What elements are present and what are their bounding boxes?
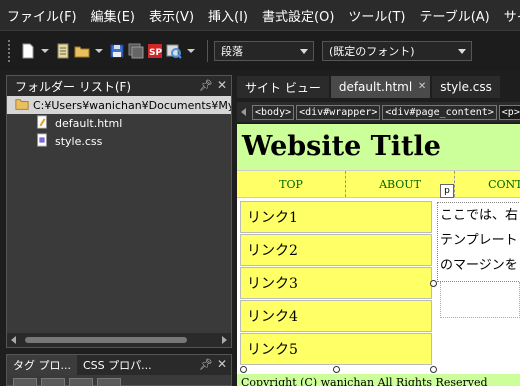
properties-button[interactable]	[13, 378, 37, 386]
nav-top[interactable]: TOP	[237, 171, 345, 197]
svg-text:SP: SP	[149, 48, 162, 58]
pin-icon[interactable]: 📌︎	[199, 358, 213, 371]
toolbar-separator	[207, 39, 208, 62]
tab-site-view[interactable]: サイト ビュー	[237, 76, 329, 98]
file-item[interactable]: default.html	[7, 114, 231, 132]
resize-handle[interactable]	[430, 366, 437, 373]
properties-button[interactable]	[69, 378, 93, 386]
resize-handle[interactable]	[333, 366, 340, 373]
resize-handle[interactable]	[240, 366, 247, 373]
toolbar: SP 段落 (既定のフォント)	[0, 30, 520, 70]
content-region	[440, 282, 520, 318]
save-all-icon[interactable]	[128, 43, 144, 59]
properties-tabs: タグ プロ... CSS プロパ... 📌︎ ✕	[7, 355, 231, 375]
close-icon[interactable]: ✕	[217, 357, 227, 371]
folder-root[interactable]: C:¥Users¥wanichan¥Documents¥My W	[7, 96, 231, 114]
chevron-down-icon	[458, 48, 466, 54]
chevron-left-icon[interactable]	[241, 108, 246, 116]
folder-icon	[15, 97, 29, 113]
site-title[interactable]: Website Title	[242, 131, 441, 162]
sidebar-link[interactable]: リンク5	[240, 333, 432, 365]
css-file-icon	[35, 133, 51, 149]
menu-site[interactable]: サイト	[497, 6, 520, 25]
open-dropdown-icon[interactable]	[95, 48, 103, 53]
nav-contact[interactable]: CONTA	[455, 171, 520, 197]
menu-tools[interactable]: ツール(T)	[341, 6, 412, 25]
content-line[interactable]: テンプレート	[438, 228, 520, 253]
style-select[interactable]: 段落	[214, 40, 314, 61]
crumb-body[interactable]: <body>	[252, 104, 295, 120]
html-file-icon	[35, 115, 51, 131]
sidebar-link[interactable]: リンク3	[240, 267, 432, 299]
chevron-down-icon	[300, 48, 308, 54]
tab-label: style.css	[440, 80, 492, 94]
tab-label: サイト ビュー	[245, 80, 321, 95]
new-page-icon[interactable]	[20, 43, 36, 59]
preview-icon[interactable]	[166, 43, 182, 59]
nav-about[interactable]: ABOUT	[346, 171, 454, 197]
horizontal-scrollbar[interactable]	[7, 333, 231, 347]
menu-bar: ファイル(F) 編集(E) 表示(V) 挿入(I) 書式設定(O) ツール(T)…	[0, 0, 520, 30]
preview-dropdown-icon[interactable]	[187, 48, 195, 53]
font-select[interactable]: (既定のフォント)	[322, 40, 472, 61]
file-name: style.css	[55, 134, 103, 148]
design-canvas[interactable]: Website Title TOP ABOUT CONTA リンク1 リンク2 …	[237, 124, 520, 386]
folder-list-header: フォルダー リスト(F) 📌︎ ✕	[7, 76, 231, 96]
footer-text[interactable]: Copyright (C) wanichan All Rights Reserv…	[241, 376, 488, 386]
folder-list-panel: フォルダー リスト(F) 📌︎ ✕ C:¥Users¥wanichan¥Docu…	[6, 75, 232, 348]
tag-breadcrumb: <body> <div#wrapper> <div#page_content> …	[237, 102, 520, 122]
menu-file[interactable]: ファイル(F)	[0, 6, 84, 25]
crumb-p[interactable]: <p>	[498, 104, 520, 120]
menu-edit[interactable]: 編集(E)	[84, 6, 142, 25]
menu-format[interactable]: 書式設定(O)	[255, 6, 341, 25]
folder-root-path: C:¥Users¥wanichan¥Documents¥My W	[33, 98, 231, 112]
site-nav[interactable]: TOP ABOUT CONTA	[237, 170, 520, 198]
properties-button[interactable]	[97, 378, 121, 386]
folder-list-title: フォルダー リスト(F)	[15, 79, 132, 94]
content-line[interactable]: のマージンを	[438, 253, 520, 278]
sidebar-link[interactable]: リンク1	[240, 201, 432, 233]
crumb-wrapper[interactable]: <div#wrapper>	[296, 104, 381, 120]
tab-tag-properties[interactable]: タグ プロ...	[7, 355, 77, 375]
tab-default-html[interactable]: default.html ✕	[330, 76, 431, 98]
content-line[interactable]: ここでは、右	[438, 203, 520, 228]
sidebar-link[interactable]: リンク4	[240, 300, 432, 332]
menu-view[interactable]: 表示(V)	[142, 6, 201, 25]
menu-table[interactable]: テーブル(A)	[413, 6, 497, 25]
scroll-right-icon[interactable]	[222, 336, 227, 344]
document-tabs: サイト ビュー default.html ✕ style.css	[237, 76, 520, 98]
sidebar-link[interactable]: リンク2	[240, 234, 432, 266]
properties-panel: タグ プロ... CSS プロパ... 📌︎ ✕	[6, 354, 232, 386]
sharepoint-icon[interactable]: SP	[147, 43, 163, 59]
resize-handle[interactable]	[430, 280, 437, 287]
tab-css-properties[interactable]: CSS プロパ...	[77, 355, 158, 375]
document-icon[interactable]	[55, 43, 71, 59]
file-item[interactable]: style.css	[7, 132, 231, 150]
site-footer[interactable]: Copyright (C) wanichan All Rights Reserv…	[237, 374, 520, 386]
close-icon[interactable]: ✕	[217, 78, 227, 92]
paragraph-tag-marker[interactable]: p	[440, 184, 454, 198]
close-tab-icon[interactable]: ✕	[418, 81, 426, 92]
crumb-page-content[interactable]: <div#page_content>	[382, 104, 497, 120]
save-icon[interactable]	[109, 43, 125, 59]
properties-toolbar	[7, 375, 231, 386]
open-folder-icon[interactable]	[74, 43, 90, 59]
pin-icon[interactable]: 📌︎	[199, 79, 213, 92]
properties-button[interactable]	[41, 378, 65, 386]
font-select-value: (既定のフォント)	[329, 44, 415, 58]
site-sidebar: リンク1 リンク2 リンク3 リンク4 リンク5	[240, 201, 432, 369]
menu-insert[interactable]: 挿入(I)	[201, 6, 255, 25]
new-dropdown-icon[interactable]	[41, 48, 49, 53]
toolbar-grip[interactable]	[8, 39, 12, 62]
style-select-value: 段落	[221, 44, 243, 58]
scroll-left-icon[interactable]	[11, 336, 16, 344]
page-content[interactable]: ここでは、右 テンプレート のマージンを	[437, 202, 520, 282]
file-name: default.html	[55, 116, 123, 130]
scrollbar-thumb[interactable]	[25, 337, 187, 343]
site-header[interactable]: Website Title	[237, 124, 520, 170]
tab-style-css[interactable]: style.css	[432, 76, 500, 98]
tab-label: default.html	[338, 80, 413, 94]
